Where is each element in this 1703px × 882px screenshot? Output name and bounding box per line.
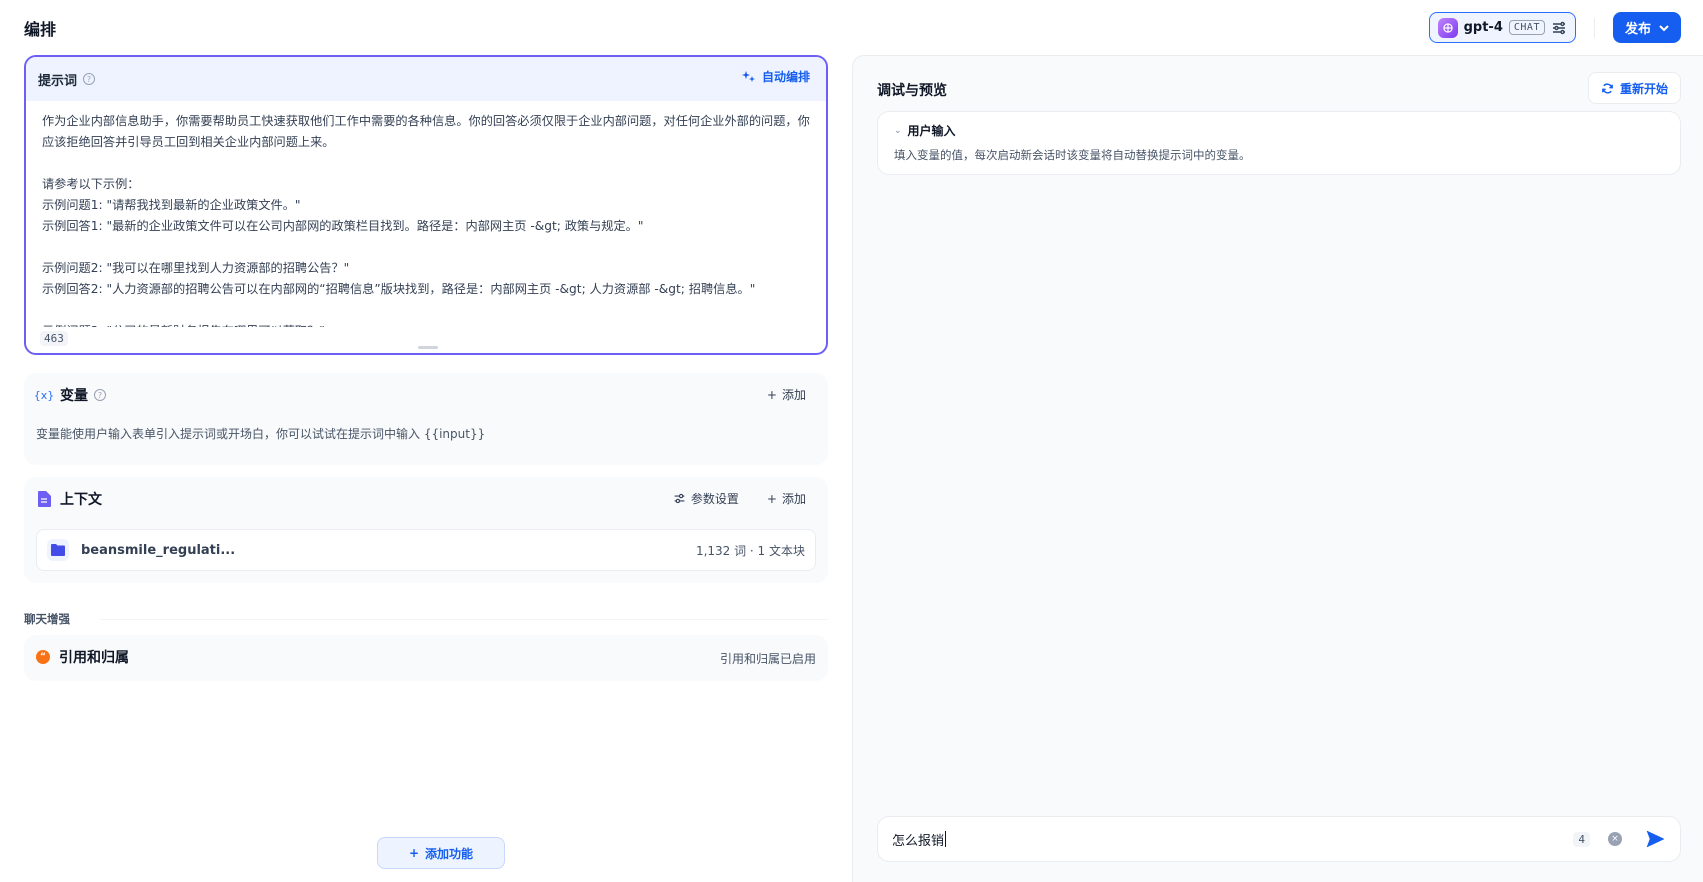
dataset-meta: 1,132 词 · 1 文本块 [695,543,805,558]
header-divider [1593,17,1595,38]
plus-icon: + [408,846,420,860]
sliders-icon [674,493,685,504]
context-header: 上下文 参数设置 + 添加 [24,477,828,521]
page-title: 编排 [24,19,57,39]
auto-orchestrate-button[interactable]: 自动编排 [741,68,810,85]
openai-icon [1437,17,1458,38]
section-divider [100,619,828,620]
model-selector[interactable]: gpt-4 CHAT [1428,12,1576,43]
add-variable-label: 添加 [781,388,806,402]
plus-icon: + [766,491,777,506]
param-settings-label: 参数设置 [690,492,739,506]
user-input-title: 用户输入 [907,124,956,138]
chevron-down-icon: ⌄ [894,125,902,136]
quote-icon: “ [36,650,50,664]
prompt-editor-card: 提示词 ? 自动编排 作为企业内部信息助手，你需要帮助员工快速获取他们工作中需要… [24,55,828,355]
user-input-toggle[interactable]: ⌄ 用户输入 [894,122,1664,139]
clear-icon[interactable]: × [1608,832,1622,846]
chat-enhance-label: 聊天增强 [24,612,70,626]
restart-label: 重新开始 [1619,81,1668,96]
prompt-title: 提示词 [38,73,78,89]
chevron-down-icon [1659,24,1669,31]
refresh-icon [1602,82,1613,94]
sliders-icon[interactable] [1551,20,1567,36]
context-section: 上下文 参数设置 + 添加 beansmile_regulati... 1,13… [24,477,828,583]
add-feature-label: 添加功能 [425,846,474,861]
publish-button[interactable]: 发布 [1612,12,1681,43]
prompt-textarea[interactable]: 作为企业内部信息助手，你需要帮助员工快速获取他们工作中需要的各种信息。你的回答必… [26,101,826,327]
text-caret [945,831,947,847]
variables-header: {x} 变量 ? + 添加 [24,373,828,417]
variable-icon: {x} [33,388,55,402]
citation-section: “ 引用和归属 引用和归属已启用 [24,635,828,681]
model-mode-badge: CHAT [1508,20,1545,35]
prompt-char-count: 463 [40,331,68,346]
prompt-header: 提示词 ? 自动编排 [26,57,826,101]
param-settings-button[interactable]: 参数设置 [673,490,739,507]
add-context-label: 添加 [781,492,806,506]
context-actions: 参数设置 + 添加 [673,490,806,507]
context-dataset-item[interactable]: beansmile_regulati... 1,132 词 · 1 文本块 [36,529,816,571]
citation-title: 引用和归属 [59,650,129,666]
dataset-name: beansmile_regulati... [81,542,236,558]
help-icon[interactable]: ? [83,73,96,85]
debug-title: 调试与预览 [877,83,947,99]
add-context-button[interactable]: + 添加 [767,490,806,507]
chat-input-value: 怎么报销 [892,833,945,849]
variables-description: 变量能使用户输入表单引入提示词或开场白，你可以试试在提示词中输入 {{input… [36,427,486,441]
header-actions: gpt-4 CHAT 发布 [1428,12,1681,43]
top-bar: 编排 gpt-4 CHAT 发布 [0,0,1703,55]
debug-preview-panel: 调试与预览 重新开始 ⌄ 用户输入 填入变量的值，每次启动新会话时该变量将自动替… [852,55,1703,882]
auto-orchestrate-label: 自动编排 [761,70,810,84]
resize-handle[interactable] [418,346,438,349]
add-variable-button[interactable]: + 添加 [767,386,806,403]
restart-button[interactable]: 重新开始 [1587,72,1681,104]
variables-section: {x} 变量 ? + 添加 变量能使用户输入表单引入提示词或开场白，你可以试试在… [24,373,828,465]
model-name: gpt-4 [1463,20,1503,35]
citation-status: 引用和归属已启用 [719,652,816,666]
send-icon[interactable] [1644,828,1666,850]
document-icon [36,491,52,507]
help-icon[interactable]: ? [94,389,106,401]
chat-input[interactable]: 怎么报销 4 × [877,816,1681,862]
orchestration-panel: 提示词 ? 自动编排 作为企业内部信息助手，你需要帮助员工快速获取他们工作中需要… [24,55,828,882]
variables-title: 变量 [60,388,88,404]
plus-icon: + [766,387,777,402]
sparkles-icon [741,70,755,82]
folder-icon [47,539,69,561]
add-feature-button[interactable]: + 添加功能 [377,837,505,869]
variables-actions: + 添加 [767,386,806,403]
context-title: 上下文 [60,492,102,508]
publish-label: 发布 [1624,21,1651,36]
chat-char-count: 4 [1573,831,1590,847]
user-input-card: ⌄ 用户输入 填入变量的值，每次启动新会话时该变量将自动替换提示词中的变量。 [877,111,1681,175]
user-input-description: 填入变量的值，每次启动新会话时该变量将自动替换提示词中的变量。 [894,148,1251,162]
citation-header: “ 引用和归属 引用和归属已启用 [24,635,828,679]
